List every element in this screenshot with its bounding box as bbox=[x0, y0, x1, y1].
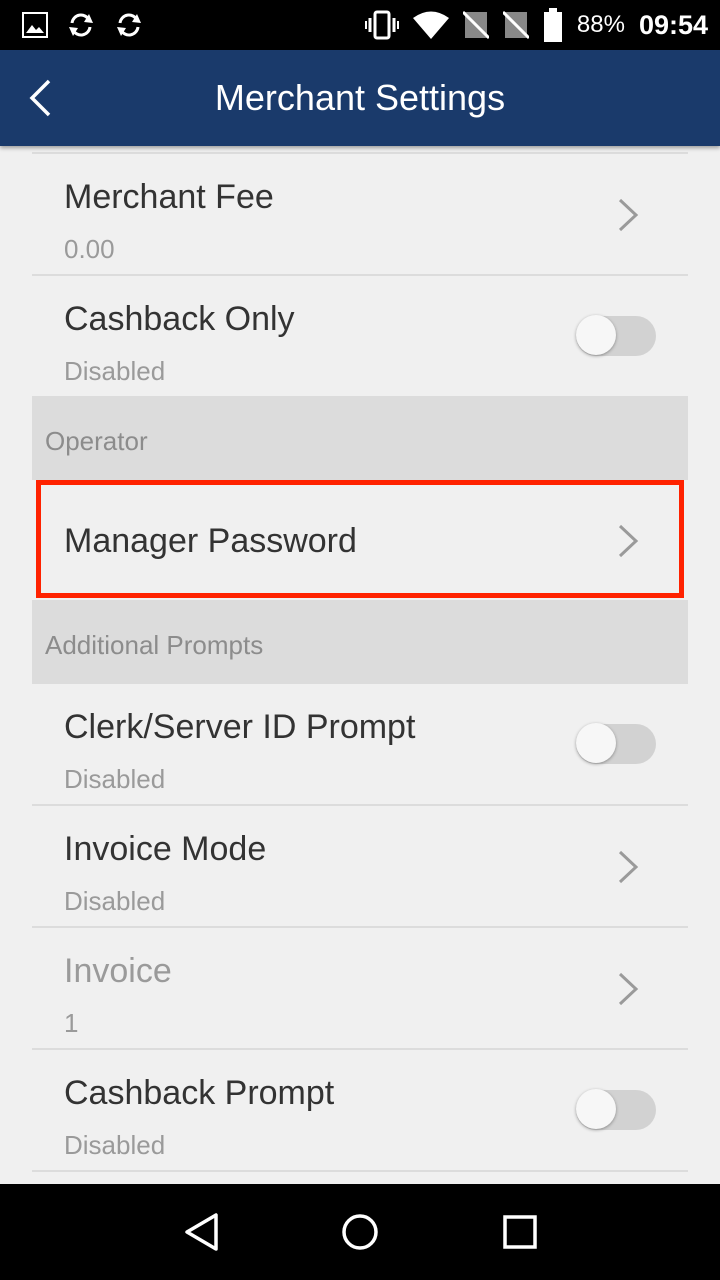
image-icon bbox=[22, 12, 48, 38]
vibrate-icon bbox=[364, 10, 399, 40]
invoice-row[interactable]: Invoice 1 bbox=[32, 928, 688, 1050]
invoice-mode-title: Invoice Mode bbox=[64, 830, 267, 868]
manager-password-row[interactable]: Manager Password bbox=[32, 480, 688, 602]
additional-prompts-section-header: Additional Prompts bbox=[32, 602, 688, 684]
chevron-right-icon bbox=[618, 850, 639, 884]
toggle-knob bbox=[576, 1089, 616, 1129]
clerk-prompt-title: Clerk/Server ID Prompt bbox=[64, 708, 416, 746]
cashback-only-toggle[interactable] bbox=[576, 315, 656, 356]
page-title: Merchant Settings bbox=[214, 77, 506, 118]
back-button[interactable] bbox=[20, 76, 60, 120]
no-sim-icon bbox=[462, 10, 489, 40]
additional-prompts-header-label: Additional Prompts bbox=[45, 630, 264, 660]
chevron-left-icon bbox=[29, 79, 51, 117]
toggle-knob bbox=[576, 723, 616, 763]
no-sim-icon bbox=[502, 10, 529, 40]
clerk-prompt-toggle[interactable] bbox=[576, 723, 656, 764]
merchant-fee-value: 0.00 bbox=[64, 234, 115, 264]
cashback-only-row[interactable]: Cashback Only Disabled bbox=[32, 276, 688, 398]
operator-section-header: Operator bbox=[32, 398, 688, 480]
invoice-value: 1 bbox=[64, 1008, 79, 1038]
sync-icon bbox=[69, 13, 93, 37]
battery-percent: 88% bbox=[576, 11, 625, 38]
chevron-right-icon bbox=[618, 524, 639, 558]
cashback-only-status: Disabled bbox=[64, 356, 166, 386]
operator-header-label: Operator bbox=[45, 426, 148, 456]
app-bar: Merchant Settings bbox=[0, 50, 720, 146]
cashback-only-title: Cashback Only bbox=[64, 300, 295, 338]
chevron-right-icon bbox=[618, 198, 639, 232]
toggle-knob bbox=[576, 315, 616, 355]
merchant-fee-row[interactable]: Merchant Fee 0.00 bbox=[32, 154, 688, 276]
cashback-prompt-title: Cashback Prompt bbox=[64, 1074, 335, 1112]
wifi-icon bbox=[412, 11, 449, 39]
recents-square-icon[interactable] bbox=[500, 1212, 540, 1252]
clock: 09:54 bbox=[638, 9, 708, 40]
settings-list[interactable]: Merchant Fee 0.00 Cashback Only Disabled… bbox=[32, 146, 688, 1184]
chevron-right-icon bbox=[618, 972, 639, 1006]
battery-icon bbox=[543, 8, 562, 42]
status-bar: 88% 09:54 bbox=[0, 0, 720, 50]
cashback-prompt-toggle[interactable] bbox=[576, 1089, 656, 1130]
list-divider bbox=[32, 146, 688, 154]
cashback-prompt-row[interactable]: Cashback Prompt Disabled bbox=[32, 1050, 688, 1172]
home-circle-icon[interactable] bbox=[340, 1212, 380, 1252]
sync-icon bbox=[117, 13, 141, 37]
clerk-prompt-row[interactable]: Clerk/Server ID Prompt Disabled bbox=[32, 684, 688, 806]
invoice-mode-status: Disabled bbox=[64, 886, 166, 916]
invoice-mode-row[interactable]: Invoice Mode Disabled bbox=[32, 806, 688, 928]
clerk-prompt-status: Disabled bbox=[64, 764, 166, 794]
back-triangle-icon[interactable] bbox=[182, 1212, 222, 1252]
cashback-prompt-status: Disabled bbox=[64, 1130, 166, 1160]
invoice-title: Invoice bbox=[64, 952, 172, 990]
navigation-bar bbox=[0, 1184, 720, 1280]
manager-password-title: Manager Password bbox=[64, 522, 357, 560]
merchant-fee-title: Merchant Fee bbox=[64, 178, 274, 216]
